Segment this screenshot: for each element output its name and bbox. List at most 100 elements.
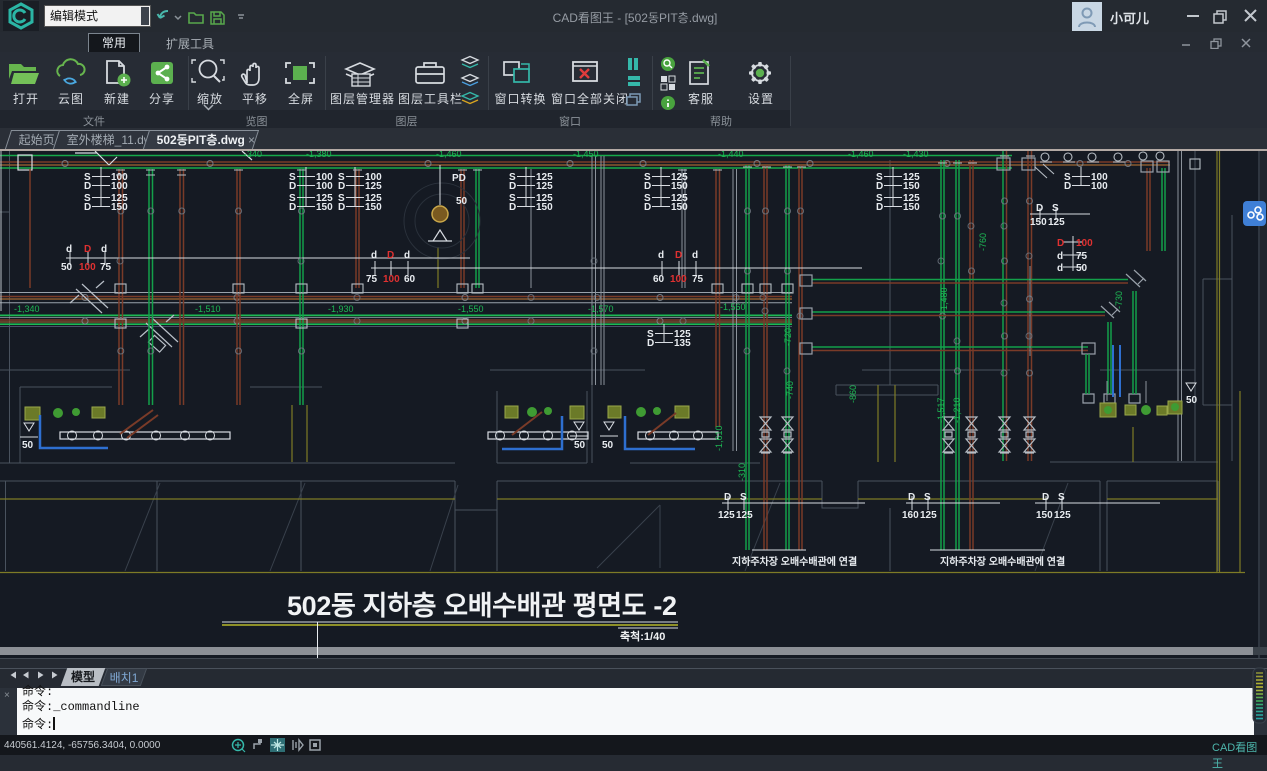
svg-text:-730: -730 (1114, 291, 1124, 309)
svg-text:D: D (509, 202, 516, 213)
svg-text:100: 100 (383, 274, 400, 285)
svg-text:d: d (1057, 263, 1063, 274)
svg-text:135: 135 (674, 338, 691, 349)
svg-text:D: D (509, 181, 516, 192)
svg-text:지하주차장 오배수배관에 연결: 지하주차장 오배수배관에 연결 (732, 555, 857, 568)
svg-text:-720: -720 (783, 328, 793, 346)
svg-text:-760: -760 (978, 233, 988, 251)
svg-text:d: d (66, 244, 72, 255)
svg-text:D: D (338, 202, 345, 213)
svg-text:50: 50 (456, 196, 468, 207)
svg-text:100: 100 (670, 274, 687, 285)
svg-text:50: 50 (22, 440, 34, 451)
svg-text:150: 150 (1036, 510, 1053, 521)
svg-text:-1,610: -1,610 (714, 425, 724, 451)
svg-text:125: 125 (736, 510, 753, 521)
svg-text:-310: -310 (737, 463, 747, 481)
svg-text:-1,550: -1,550 (458, 304, 484, 314)
svg-text:100: 100 (1076, 238, 1093, 249)
svg-text:D: D (84, 202, 91, 213)
svg-text:S: S (1052, 203, 1059, 214)
svg-text:d: d (101, 244, 107, 255)
svg-text:d: d (658, 250, 664, 261)
svg-text:-1,340: -1,340 (14, 304, 40, 314)
svg-text:D: D (1036, 203, 1043, 214)
svg-text:502동 지하층 오배수배관 평면도 -2: 502동 지하층 오배수배관 평면도 -2 (287, 591, 677, 621)
svg-text:75: 75 (692, 274, 704, 285)
svg-text:-1,570: -1,570 (588, 304, 614, 314)
svg-text:150: 150 (903, 202, 920, 213)
svg-text:150: 150 (111, 202, 128, 213)
svg-text:D: D (289, 181, 296, 192)
svg-text:D: D (1042, 492, 1049, 503)
svg-text:d: d (371, 250, 377, 261)
svg-text:50: 50 (602, 440, 614, 451)
svg-text:150: 150 (671, 181, 688, 192)
svg-text:d: d (692, 250, 698, 261)
svg-text:D: D (338, 181, 345, 192)
svg-text:150: 150 (903, 181, 920, 192)
svg-text:50: 50 (61, 262, 73, 273)
svg-text:-1,210: -1,210 (952, 397, 962, 423)
svg-text:-860: -860 (848, 385, 858, 403)
svg-text:-1,517: -1,517 (936, 397, 946, 423)
svg-text:100: 100 (111, 181, 128, 192)
svg-text:D: D (644, 181, 651, 192)
svg-text:-1,450: -1,450 (573, 151, 599, 159)
svg-text:125: 125 (365, 181, 382, 192)
svg-text:D: D (1064, 181, 1071, 192)
svg-text:-1,430: -1,430 (903, 151, 929, 159)
svg-text:-1,380: -1,380 (306, 151, 332, 159)
svg-text:-1,560: -1,560 (720, 302, 746, 312)
svg-text:D: D (644, 202, 651, 213)
svg-text:75: 75 (366, 274, 378, 285)
svg-text:-1,440: -1,440 (718, 151, 744, 159)
svg-text:D: D (289, 202, 296, 213)
svg-text:75: 75 (100, 262, 112, 273)
svg-text:d: d (1057, 251, 1063, 262)
svg-text:지하주차장 오배수배관에 연결: 지하주차장 오배수배관에 연결 (940, 555, 1065, 568)
svg-text:-1,930: -1,930 (328, 304, 354, 314)
svg-text:100: 100 (316, 181, 333, 192)
svg-text:100: 100 (79, 262, 96, 273)
svg-text:50: 50 (1076, 263, 1088, 274)
svg-text:-1,480: -1,480 (939, 287, 949, 313)
svg-text:D: D (724, 492, 731, 503)
svg-text:D: D (84, 181, 91, 192)
svg-text:PD: PD (452, 173, 466, 184)
svg-text:150: 150 (536, 202, 553, 213)
svg-text:50: 50 (1186, 395, 1198, 406)
svg-text:75: 75 (1076, 251, 1088, 262)
svg-text:125: 125 (920, 510, 937, 521)
svg-text:축척:1/40: 축척:1/40 (620, 629, 665, 643)
svg-text:150: 150 (316, 202, 333, 213)
svg-text:125: 125 (718, 510, 735, 521)
svg-text:-740: -740 (785, 381, 795, 399)
svg-text:D: D (1057, 238, 1064, 249)
svg-text:-340: -340 (244, 151, 262, 159)
svg-text:d: d (404, 250, 410, 261)
svg-text:S: S (740, 492, 747, 503)
svg-text:150: 150 (1030, 217, 1047, 228)
svg-text:125: 125 (1054, 510, 1071, 521)
svg-text:60: 60 (653, 274, 665, 285)
svg-text:S: S (1058, 492, 1065, 503)
svg-text:D: D (675, 250, 682, 261)
svg-text:150: 150 (671, 202, 688, 213)
svg-text:-1,460: -1,460 (848, 151, 874, 159)
svg-text:125: 125 (536, 181, 553, 192)
svg-text:60: 60 (404, 274, 416, 285)
svg-text:D: D (908, 492, 915, 503)
svg-text:-1,460: -1,460 (436, 151, 462, 159)
svg-text:-1,510: -1,510 (195, 304, 221, 314)
svg-text:D: D (84, 244, 91, 255)
svg-text:D: D (876, 202, 883, 213)
svg-text:160: 160 (902, 510, 919, 521)
svg-text:125: 125 (1048, 217, 1065, 228)
svg-text:100: 100 (1091, 181, 1108, 192)
svg-text:150: 150 (365, 202, 382, 213)
svg-text:D: D (876, 181, 883, 192)
svg-text:S: S (924, 492, 931, 503)
svg-text:D: D (647, 338, 654, 349)
svg-text:50: 50 (574, 440, 586, 451)
